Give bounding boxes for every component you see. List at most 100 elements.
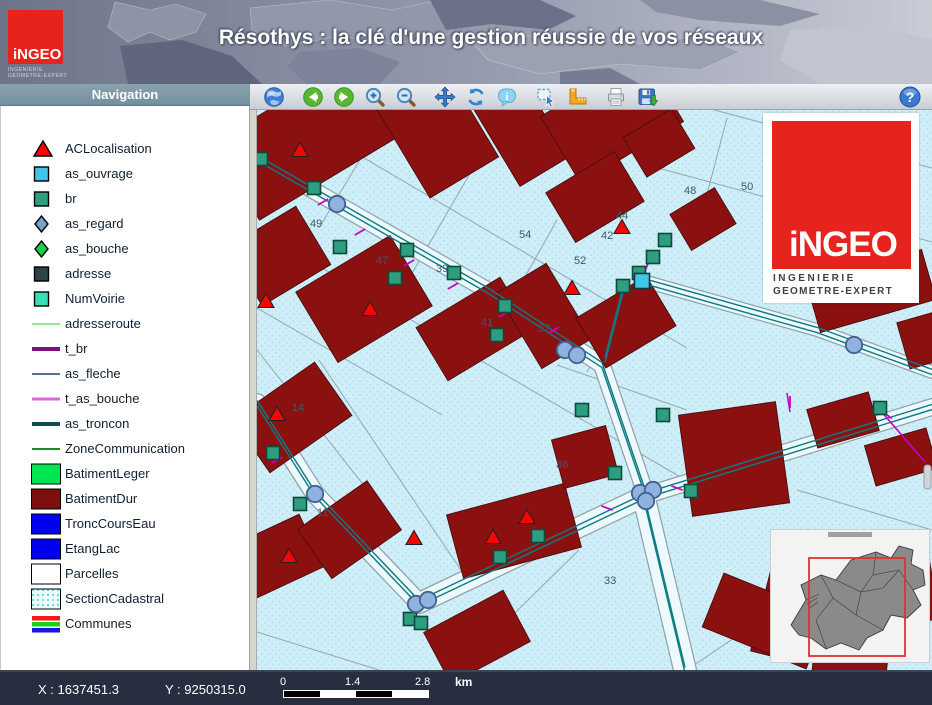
help-button[interactable]: ? [898, 85, 922, 109]
print-button[interactable] [604, 85, 628, 109]
refresh-button[interactable] [464, 85, 488, 109]
map-marker-br[interactable] [609, 467, 622, 480]
select-rectangle-icon [535, 86, 557, 108]
parcel-number: 39 [436, 263, 448, 275]
map-viewport[interactable]: 494741393754524442485014113633 iNGEO ING… [257, 110, 932, 670]
map-marker-br[interactable] [659, 234, 672, 247]
legend-symbol-diamond [31, 238, 61, 260]
zoom-out-button[interactable] [394, 85, 418, 109]
legend-item-TroncCoursEau[interactable]: TroncCoursEau [1, 511, 249, 536]
legend-item-ACLocalisation[interactable]: ACLocalisation [1, 136, 249, 161]
overview-drag-handle[interactable] [828, 532, 872, 537]
legend-item-ZoneCommunication[interactable]: ZoneCommunication [1, 436, 249, 461]
legend-item-as_bouche[interactable]: as_bouche [1, 236, 249, 261]
legend-item-label: as_ouvrage [65, 166, 133, 181]
coordinate-x: X : 1637451.3 [38, 682, 119, 697]
map-marker-as-regard[interactable] [307, 486, 323, 502]
map-marker-as-regard[interactable] [846, 337, 862, 353]
map-marker-br[interactable] [308, 182, 321, 195]
map-marker-br[interactable] [294, 498, 307, 511]
legend-item-label: BatimentDur [65, 491, 137, 506]
navigation-panel-header: Navigation [0, 84, 250, 106]
map-marker-br[interactable] [617, 280, 630, 293]
legend-symbol-square [31, 263, 61, 285]
legend-symbol-rect [31, 463, 61, 485]
map-marker-as-regard[interactable] [329, 196, 345, 212]
svg-text:?: ? [906, 89, 915, 105]
select-button[interactable] [534, 85, 558, 109]
legend-item-as_troncon[interactable]: as_troncon [1, 411, 249, 436]
coordinate-y: Y : 9250315.0 [165, 682, 246, 697]
zoom-in-button[interactable] [363, 85, 387, 109]
scale-tick-0: 0 [280, 676, 286, 688]
legend-item-adresseroute[interactable]: adresseroute [1, 311, 249, 336]
legend-item-Communes[interactable]: Communes [1, 611, 249, 636]
status-bar: X : 1637451.3 Y : 9250315.0 0 1.4 2.8 km [0, 670, 932, 705]
map-marker-br[interactable] [401, 244, 414, 257]
parcel-number: 44 [616, 210, 628, 222]
parcel-number: 33 [604, 575, 616, 587]
parcel-number: 37 [538, 323, 550, 335]
map-marker-br[interactable] [685, 485, 698, 498]
map-marker-br[interactable] [491, 329, 504, 342]
parcel-number: 48 [684, 185, 696, 197]
measure-button[interactable] [565, 85, 589, 109]
back-button[interactable] [301, 85, 325, 109]
legend-symbol-line [31, 363, 61, 385]
legend-item-as_ouvrage[interactable]: as_ouvrage [1, 161, 249, 186]
header: iNGEO INGENIERIE GEOMETRE-EXPERT Résothy… [0, 0, 932, 84]
zoom-in-icon [364, 86, 386, 108]
legend-item-SectionCadastral[interactable]: SectionCadastral [1, 586, 249, 611]
legend-item-t_as_bouche[interactable]: t_as_bouche [1, 386, 249, 411]
legend-item-br[interactable]: br [1, 186, 249, 211]
map-marker-br[interactable] [532, 530, 545, 543]
legend-item-BatimentLeger[interactable]: BatimentLeger [1, 461, 249, 486]
legend-item-BatimentDur[interactable]: BatimentDur [1, 486, 249, 511]
legend-item-as_regard[interactable]: as_regard [1, 211, 249, 236]
legend-item-t_br[interactable]: t_br [1, 336, 249, 361]
parcel-number: 36 [556, 459, 568, 471]
map-marker-br[interactable] [576, 404, 589, 417]
scale-unit: km [455, 675, 472, 689]
legend-item-label: Parcelles [65, 566, 118, 581]
map-marker-br[interactable] [389, 272, 402, 285]
svg-text:i: i [505, 91, 508, 103]
map-marker-as-ouvrage[interactable] [635, 274, 650, 289]
map-scroll-tab[interactable] [924, 465, 931, 489]
map-marker-as-regard[interactable] [638, 493, 654, 509]
legend-symbol-diamond [31, 213, 61, 235]
legend-item-label: SectionCadastral [65, 591, 164, 606]
globe-button[interactable] [262, 85, 286, 109]
legend-symbol-square [31, 288, 61, 310]
map-marker-br[interactable] [448, 267, 461, 280]
legend-item-Parcelles[interactable]: Parcelles [1, 561, 249, 586]
legend-symbol-stripes [31, 613, 61, 635]
pan-button[interactable] [433, 85, 457, 109]
map-marker-br[interactable] [494, 551, 507, 564]
legend-item-EtangLac[interactable]: EtangLac [1, 536, 249, 561]
map-marker-br[interactable] [647, 251, 660, 264]
legend-item-as_fleche[interactable]: as_fleche [1, 361, 249, 386]
map-marker-as-regard[interactable] [569, 347, 585, 363]
legend-item-label: adresse [65, 266, 111, 281]
map-marker-br[interactable] [499, 300, 512, 313]
legend-symbol-line [31, 413, 61, 435]
map-marker-br[interactable] [267, 447, 280, 460]
map-marker-br[interactable] [415, 617, 428, 630]
info-button[interactable]: i [495, 85, 519, 109]
overview-map[interactable] [770, 529, 930, 663]
legend-item-NumVoirie[interactable]: NumVoirie [1, 286, 249, 311]
map-marker-br[interactable] [657, 409, 670, 422]
panel-splitter[interactable] [250, 110, 257, 670]
map-marker-br[interactable] [257, 153, 268, 166]
map-marker-br[interactable] [874, 402, 887, 415]
measure-ruler-icon [566, 86, 588, 108]
save-button[interactable] [635, 85, 659, 109]
map-marker-as-regard[interactable] [420, 592, 436, 608]
legend-symbol-line [31, 438, 61, 460]
parcel-number: 49 [310, 218, 322, 230]
map-toolbar: i ? [250, 84, 932, 110]
legend-item-adresse[interactable]: adresse [1, 261, 249, 286]
forward-button[interactable] [332, 85, 356, 109]
map-marker-br[interactable] [334, 241, 347, 254]
